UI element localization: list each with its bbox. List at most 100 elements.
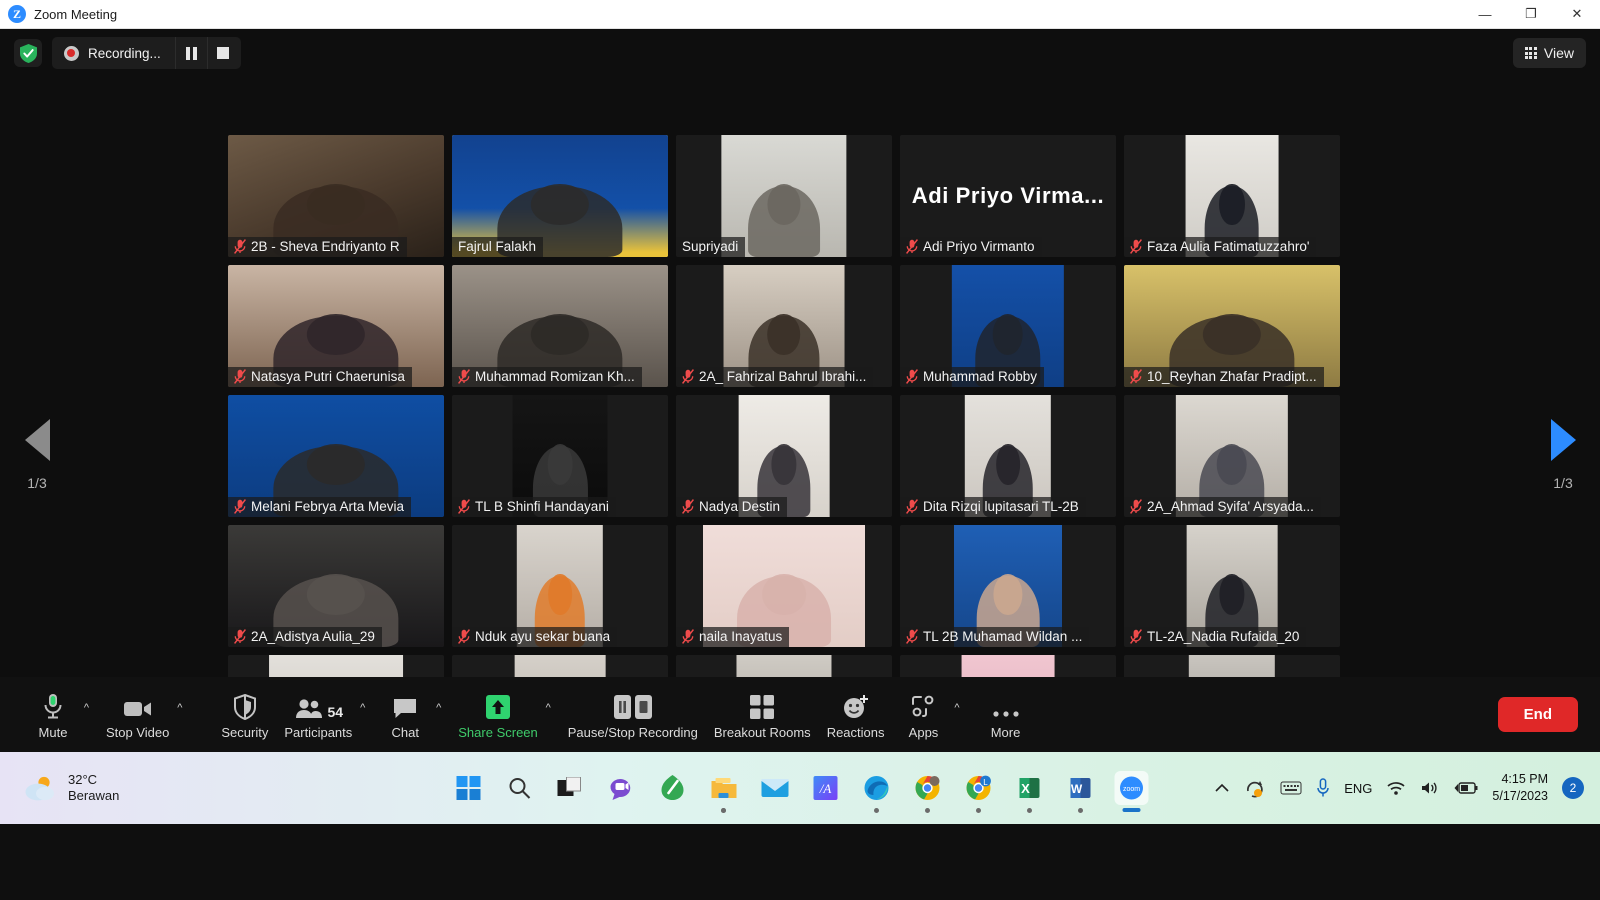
- weather-widget[interactable]: 32°C Berawan: [24, 772, 119, 805]
- next-page-control[interactable]: 1/3: [1528, 419, 1598, 491]
- onedrive-sync-icon[interactable]: [1244, 778, 1266, 798]
- control-label: Share Screen: [458, 725, 538, 740]
- participant-tile[interactable]: TL-2A_Nadia Rufaida_20: [1124, 525, 1340, 647]
- muted-microphone-icon: [682, 629, 694, 644]
- participant-tile[interactable]: Dita Rizqi lupitasari TL-2B: [900, 395, 1116, 517]
- minimize-button[interactable]: —: [1462, 0, 1508, 29]
- edge-icon[interactable]: [860, 771, 894, 805]
- participant-tile[interactable]: Fajrul Falakh: [452, 135, 668, 257]
- chevron-left-icon[interactable]: [25, 419, 50, 461]
- end-meeting-button[interactable]: End: [1498, 697, 1578, 732]
- participant-tile[interactable]: naila Inayatus: [676, 525, 892, 647]
- participant-name-bar: TL B Shinfi Handayani: [452, 497, 616, 517]
- muted-microphone-icon: [234, 369, 246, 384]
- word-icon[interactable]: W: [1064, 771, 1098, 805]
- participant-tile[interactable]: 2A_Ahmad Syifa' Arsyada...: [1124, 395, 1340, 517]
- participant-tile[interactable]: 2A_Adistya Aulia_29: [228, 525, 444, 647]
- windows-start-icon[interactable]: [452, 771, 486, 805]
- control-pause-stop-recording[interactable]: Pause/Stop Recording: [560, 690, 706, 740]
- participant-name-bar: Faza Aulia Fatimatuzzahro': [1124, 237, 1316, 257]
- participant-tile[interactable]: 2A_ Fahrizal Bahrul Ibrahi...: [676, 265, 892, 387]
- participant-name-bar: Adi Priyo Virmanto: [900, 237, 1042, 257]
- control-security[interactable]: Security: [213, 690, 276, 740]
- participant-name-bar: Natasya Putri Chaerunisa: [228, 367, 412, 387]
- windows-taskbar: 32°C Berawan /A: [0, 752, 1600, 824]
- participants-count: 54: [328, 704, 344, 720]
- chevron-up-icon[interactable]: ^: [84, 702, 89, 714]
- speaker-icon[interactable]: [1420, 780, 1440, 796]
- control-stop-video[interactable]: Stop Video^: [98, 690, 177, 740]
- stop-recording-button[interactable]: [207, 37, 239, 69]
- participant-tile[interactable]: Nduk ayu sekar buana: [452, 525, 668, 647]
- pause-recording-button[interactable]: [175, 37, 207, 69]
- onenote-icon[interactable]: [656, 771, 690, 805]
- chat-video-icon[interactable]: [605, 771, 639, 805]
- participant-name: Fajrul Falakh: [458, 239, 536, 254]
- muted-microphone-icon: [906, 499, 918, 514]
- muted-microphone-icon: [906, 629, 918, 644]
- mail-icon[interactable]: [758, 771, 792, 805]
- control-reactions[interactable]: Reactions: [819, 690, 893, 740]
- chevron-up-icon[interactable]: ^: [436, 702, 441, 714]
- participant-name-bar: 2B - Sheva Endriyanto R: [228, 237, 407, 257]
- microphone-tray-icon[interactable]: [1316, 778, 1330, 798]
- chrome-icon[interactable]: L: [962, 771, 996, 805]
- chrome-icon[interactable]: [911, 771, 945, 805]
- muted-microphone-icon: [1130, 369, 1142, 384]
- control-share-screen[interactable]: Share Screen^: [450, 690, 546, 740]
- participant-tile[interactable]: TL 2B Muhamad Wildan ...: [900, 525, 1116, 647]
- participant-tile[interactable]: 2B - Sheva Endriyanto R: [228, 135, 444, 257]
- previous-page-control[interactable]: 1/3: [2, 419, 72, 491]
- task-view-icon[interactable]: [554, 771, 588, 805]
- zoom-app-icon[interactable]: zoom: [1115, 771, 1149, 805]
- control-label: More: [991, 725, 1021, 740]
- participant-name-bar: 10_Reyhan Zhafar Pradipt...: [1124, 367, 1324, 387]
- view-button[interactable]: View: [1513, 38, 1586, 68]
- control-mute[interactable]: Mute^: [22, 690, 84, 740]
- participant-tile[interactable]: 10_Reyhan Zhafar Pradipt...: [1124, 265, 1340, 387]
- shield-check-icon[interactable]: [14, 39, 42, 67]
- participant-tile[interactable]: Muhammad Robby: [900, 265, 1116, 387]
- page-indicator-left: 1/3: [2, 475, 72, 491]
- close-button[interactable]: ✕: [1554, 0, 1600, 29]
- keyboard-icon[interactable]: [1280, 780, 1302, 796]
- control-breakout-rooms[interactable]: Breakout Rooms: [706, 690, 819, 740]
- chevron-up-icon[interactable]: ^: [360, 702, 365, 714]
- participant-name: naila Inayatus: [699, 629, 782, 644]
- participant-name: Supriyadi: [682, 239, 738, 254]
- muted-microphone-icon: [234, 239, 246, 254]
- participants-icon: 54: [294, 690, 344, 720]
- excel-icon[interactable]: X: [1013, 771, 1047, 805]
- participant-tile[interactable]: Natasya Putri Chaerunisa: [228, 265, 444, 387]
- participant-tile[interactable]: Muhammad Romizan Kh...: [452, 265, 668, 387]
- maximize-button[interactable]: ❐: [1508, 0, 1554, 29]
- control-participants[interactable]: 54Participants^: [276, 690, 360, 740]
- search-icon[interactable]: [503, 771, 537, 805]
- control-more[interactable]: More: [975, 690, 1037, 740]
- participant-tile[interactable]: Faza Aulia Fatimatuzzahro': [1124, 135, 1340, 257]
- participant-tile[interactable]: Melani Febrya Arta Mevia: [228, 395, 444, 517]
- control-apps[interactable]: Apps^: [893, 690, 955, 740]
- video-camera-icon: [123, 690, 153, 720]
- record-dot-icon: [54, 46, 88, 61]
- battery-charging-icon[interactable]: [1454, 781, 1478, 795]
- chevron-up-icon[interactable]: ^: [546, 702, 551, 714]
- chevron-up-icon[interactable]: ^: [954, 702, 959, 714]
- wifi-icon[interactable]: [1386, 780, 1406, 796]
- participant-name-bar: TL-2A_Nadia Rufaida_20: [1124, 627, 1306, 647]
- participant-tile[interactable]: Nadya Destin: [676, 395, 892, 517]
- participant-tile[interactable]: Supriyadi: [676, 135, 892, 257]
- participant-tile[interactable]: TL B Shinfi Handayani: [452, 395, 668, 517]
- chevron-right-icon[interactable]: [1551, 419, 1576, 461]
- media-icon[interactable]: /A: [809, 771, 843, 805]
- clock[interactable]: 4:15 PM 5/17/2023: [1492, 771, 1548, 805]
- control-chat[interactable]: Chat^: [374, 690, 436, 740]
- chevron-up-icon[interactable]: [1214, 782, 1230, 794]
- more-dots-icon: [991, 690, 1021, 720]
- participant-tile[interactable]: Adi Priyo Virma...Adi Priyo Virmanto: [900, 135, 1116, 257]
- language-indicator[interactable]: ENG: [1344, 781, 1372, 796]
- notification-badge[interactable]: 2: [1562, 777, 1584, 799]
- folder-icon[interactable]: [707, 771, 741, 805]
- chevron-up-icon[interactable]: ^: [177, 702, 182, 714]
- weather-temperature: 32°C: [68, 772, 119, 788]
